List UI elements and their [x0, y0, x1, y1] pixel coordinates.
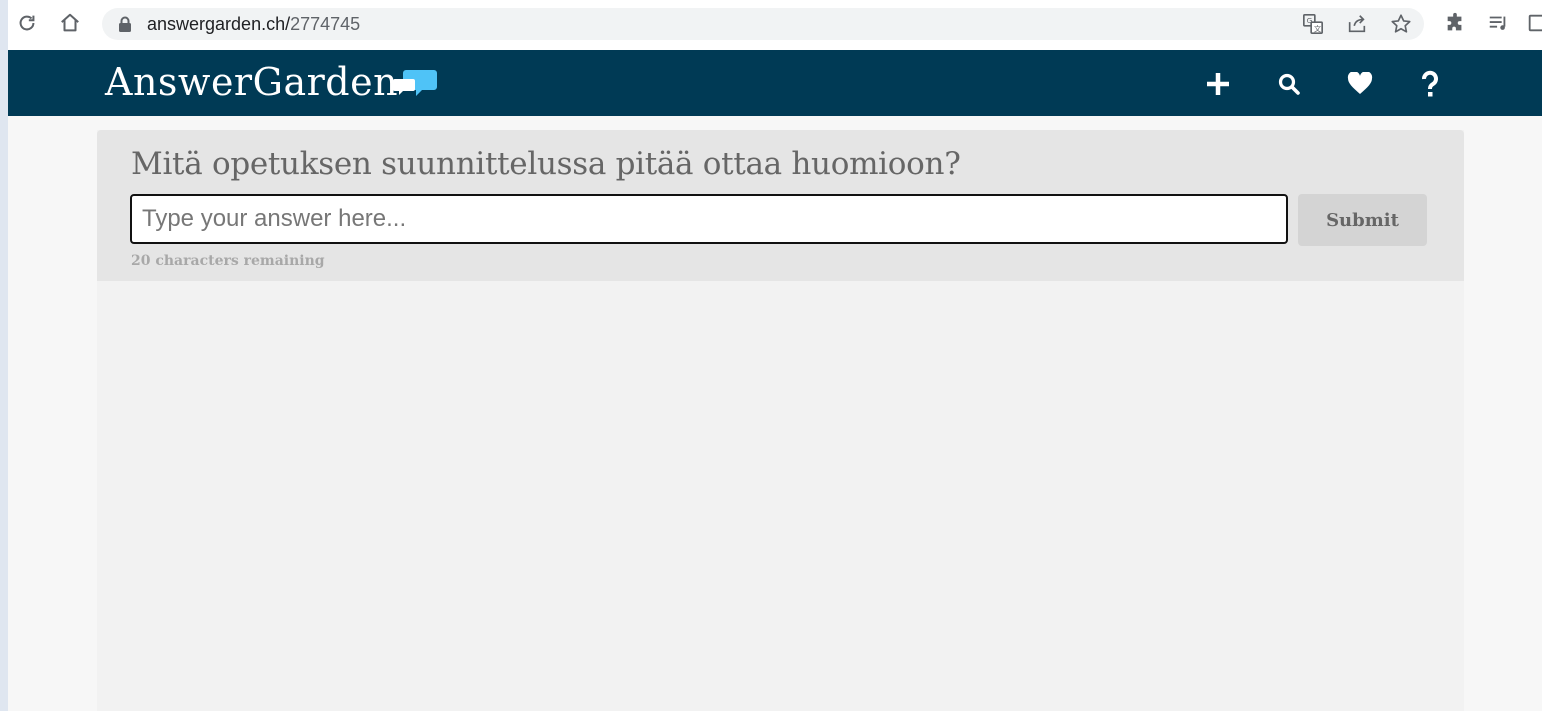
browser-window: answergarden.ch/2774745 G文 AnswerGarden [8, 0, 1542, 711]
address-bar[interactable]: answergarden.ch/2774745 G文 [102, 8, 1424, 40]
side-panel-icon[interactable] [1522, 8, 1542, 38]
search-icon[interactable] [1273, 68, 1305, 100]
svg-text:G: G [1307, 16, 1313, 25]
extensions-icon[interactable] [1440, 8, 1470, 38]
reading-list-icon[interactable] [1483, 8, 1513, 38]
characters-remaining: 20 characters remaining [131, 253, 325, 269]
browser-toolbar: answergarden.ch/2774745 G文 [8, 0, 1542, 50]
svg-text:文: 文 [1314, 24, 1322, 33]
favorite-icon[interactable] [1344, 68, 1376, 100]
share-icon[interactable] [1345, 12, 1369, 36]
speech-bubbles-icon[interactable] [392, 68, 438, 109]
home-icon[interactable] [55, 8, 85, 38]
submit-button[interactable]: Submit [1298, 194, 1427, 246]
help-icon[interactable] [1414, 68, 1446, 100]
question-title: Mitä opetuksen suunnittelussa pitää otta… [131, 146, 961, 182]
bookmark-star-icon[interactable] [1389, 12, 1413, 36]
answer-panel: Mitä opetuksen suunnittelussa pitää otta… [97, 130, 1464, 711]
translate-icon[interactable]: G文 [1301, 12, 1325, 36]
answer-input[interactable] [130, 194, 1288, 244]
url-text[interactable]: answergarden.ch/2774745 [147, 14, 360, 35]
reload-icon[interactable] [12, 8, 42, 38]
create-icon[interactable] [1202, 68, 1234, 100]
question-box: Mitä opetuksen suunnittelussa pitää otta… [97, 130, 1464, 281]
site-logo[interactable]: AnswerGarden [105, 60, 398, 104]
lock-icon[interactable] [118, 16, 132, 37]
site-header: AnswerGarden [8, 50, 1542, 116]
